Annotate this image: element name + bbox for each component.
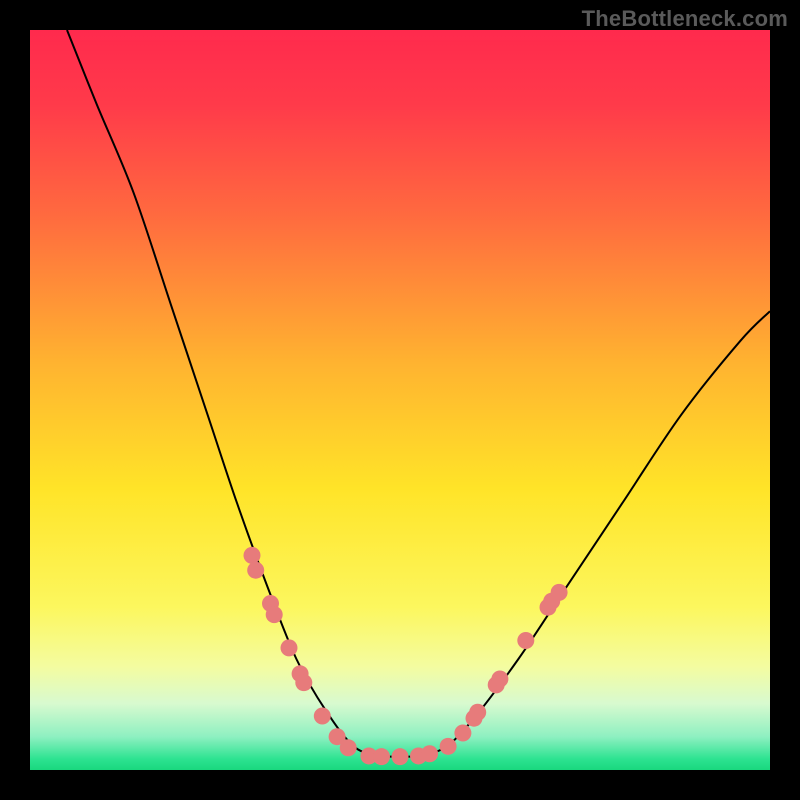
plot-area — [30, 30, 770, 770]
data-dot — [266, 606, 283, 623]
curve-right — [415, 311, 770, 756]
data-dot — [314, 707, 331, 724]
data-dot — [392, 748, 409, 765]
data-dot — [340, 739, 357, 756]
data-dot — [551, 584, 568, 601]
data-dot — [421, 745, 438, 762]
data-dot — [454, 725, 471, 742]
watermark-text: TheBottleneck.com — [582, 6, 788, 32]
chart-frame: TheBottleneck.com — [0, 0, 800, 800]
data-dot — [517, 632, 534, 649]
data-dot — [247, 562, 264, 579]
data-dot — [373, 748, 390, 765]
data-dot — [491, 670, 508, 687]
data-dot — [244, 547, 261, 564]
data-dot — [295, 674, 312, 691]
chart-curves — [30, 30, 770, 770]
data-dot — [281, 639, 298, 656]
data-dot — [440, 738, 457, 755]
curve-left — [67, 30, 385, 757]
data-dot — [469, 704, 486, 721]
